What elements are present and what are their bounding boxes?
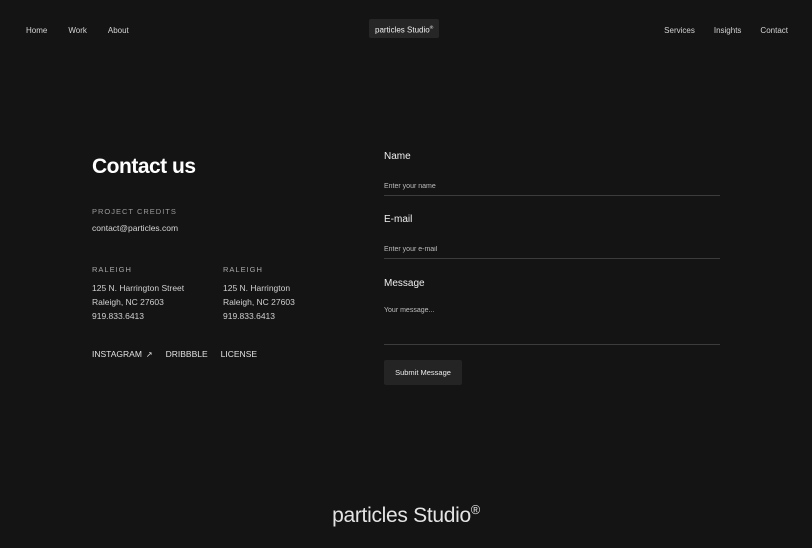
name-input[interactable] xyxy=(384,178,720,196)
contact-page: Home Work About particles Studio® Servic… xyxy=(0,0,812,548)
office-phone: 919.833.6413 xyxy=(223,311,275,321)
header-brand-text: particles Studio xyxy=(375,25,430,35)
dribbble-link[interactable]: DRIBBBLE xyxy=(166,349,208,359)
registered-mark: ® xyxy=(429,26,434,31)
primary-nav-left: Home Work About xyxy=(26,26,129,35)
office-city-state: Raleigh, NC 27603 xyxy=(92,297,164,307)
name-label: Name xyxy=(384,151,411,162)
nav-about[interactable]: About xyxy=(108,26,129,35)
page-title: Contact us xyxy=(92,155,196,178)
nav-insights[interactable]: Insights xyxy=(714,26,742,35)
office-street: 125 N. Harrington xyxy=(223,283,291,293)
office-city: RALEIGH xyxy=(92,265,132,274)
message-textarea[interactable] xyxy=(384,306,720,345)
office-block: RALEIGH 125 N. Harrington Street Raleigh… xyxy=(92,265,184,323)
header-brand-logo[interactable]: particles Studio® xyxy=(369,19,440,38)
instagram-label: INSTAGRAM xyxy=(92,349,142,359)
nav-home[interactable]: Home xyxy=(26,26,47,35)
message-label: Message xyxy=(384,278,425,289)
nav-work[interactable]: Work xyxy=(68,26,87,35)
project-credits-label: PROJECT CREDITS xyxy=(92,207,177,216)
nav-contact[interactable]: Contact xyxy=(760,26,788,35)
primary-nav-right: Services Insights Contact xyxy=(664,26,788,35)
nav-services[interactable]: Services xyxy=(664,26,695,35)
email-label: E-mail xyxy=(384,214,413,225)
contact-email-link[interactable]: contact@particles.com xyxy=(92,223,178,233)
footer-brand-text: particles Studio xyxy=(332,504,471,527)
office-street: 125 N. Harrington Street xyxy=(92,283,185,293)
office-city: RALEIGH xyxy=(223,265,263,274)
footer-brand-logo: particles Studio® xyxy=(0,503,812,528)
social-links: INSTAGRAM ↗ DRIBBBLE LICENSE xyxy=(92,349,257,359)
license-link[interactable]: LICENSE xyxy=(221,349,257,359)
office-city-state: Raleigh, NC 27603 xyxy=(223,297,295,307)
office-phone: 919.833.6413 xyxy=(92,311,144,321)
email-input[interactable] xyxy=(384,241,720,259)
office-block: RALEIGH 125 N. Harrington Raleigh, NC 27… xyxy=(223,265,295,323)
external-arrow-icon: ↗ xyxy=(145,349,153,359)
registered-mark: ® xyxy=(470,503,480,517)
submit-message-button[interactable]: Submit Message xyxy=(384,360,462,385)
instagram-link[interactable]: INSTAGRAM ↗ xyxy=(92,349,153,359)
